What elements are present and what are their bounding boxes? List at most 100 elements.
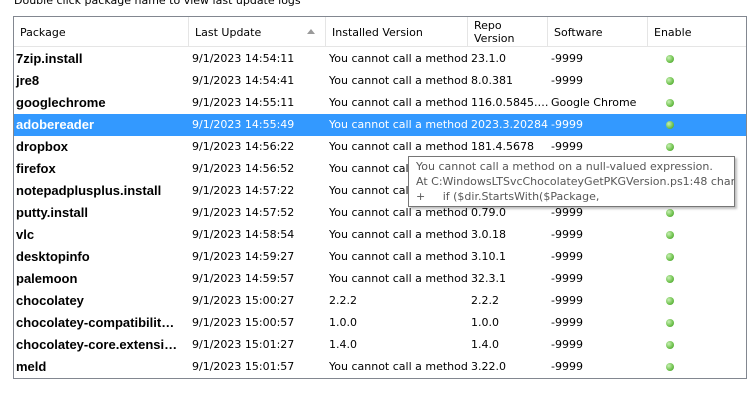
- table-row[interactable]: googlechrome 9/1/2023 14:55:11 You cannot …: [14, 92, 746, 114]
- last-update-cell: 9/1/2023 14:55:11: [192, 96, 295, 109]
- last-update-cell: 9/1/2023 15:01:57: [192, 360, 295, 373]
- software-name-cell: -9999: [551, 118, 583, 131]
- column-header-package-label: Package: [20, 25, 66, 39]
- instruction-text: Double click package name to view last u…: [14, 0, 301, 7]
- table-row[interactable]: chocolatey-core.extensi… 9/1/2023 15:01:2…: [14, 334, 746, 356]
- tooltip-line-2: At C:WindowsLTSvcChocolateyGetPKGVersion…: [416, 175, 735, 188]
- column-header-repo-label: Repo: [474, 19, 502, 32]
- repo-version-cell: 32.3.1: [471, 272, 506, 285]
- installed-version-cell: You cannot call a method…: [329, 360, 468, 373]
- column-header-package[interactable]: Package: [14, 17, 189, 47]
- last-update-cell: 9/1/2023 14:56:52: [192, 162, 295, 175]
- installed-version-cell: You cannot call a method…: [329, 272, 468, 285]
- repo-version-cell: 3.10.1: [471, 250, 506, 263]
- table-row[interactable]: 7zip.install 9/1/2023 14:54:11 You cannot …: [14, 48, 746, 70]
- software-name-cell: -9999: [551, 272, 583, 285]
- last-update-cell: 9/1/2023 14:59:27: [192, 250, 295, 263]
- column-header-last-update[interactable]: Last Update: [189, 17, 326, 47]
- package-name-cell[interactable]: putty.install: [14, 202, 189, 224]
- software-name-cell: -9999: [551, 250, 583, 263]
- repo-version-cell: 181.4.5678: [471, 140, 534, 153]
- software-name-cell: -9999: [551, 228, 583, 241]
- last-update-cell: 9/1/2023 14:59:57: [192, 272, 295, 285]
- table-row[interactable]: chocolatey 9/1/2023 15:00:27 2.2.2 2.2.2 -99…: [14, 290, 746, 312]
- table-row[interactable]: meld 9/1/2023 15:01:57 You cannot call a m…: [14, 356, 746, 378]
- last-update-cell: 9/1/2023 14:57:22: [192, 184, 295, 197]
- last-update-cell: 9/1/2023 14:55:49: [192, 118, 295, 131]
- package-name-cell[interactable]: desktopinfo: [14, 246, 189, 268]
- package-name-cell[interactable]: chocolatey: [14, 290, 189, 312]
- table-row[interactable]: vlc 9/1/2023 14:58:54 You cannot call a me…: [14, 224, 746, 246]
- installed-version-cell: You cannot call a method…: [329, 118, 468, 131]
- column-header-repo-version[interactable]: Repo Version: [468, 17, 548, 47]
- table-row[interactable]: jre8 9/1/2023 14:54:41 You cannot call a m…: [14, 70, 746, 92]
- enabled-status-icon[interactable]: [666, 143, 674, 151]
- tooltip-line-1: You cannot call a method on a null-value…: [416, 160, 713, 173]
- column-header-last-update-label: Last Update: [195, 25, 262, 39]
- package-name-cell[interactable]: meld: [14, 356, 189, 378]
- table-row[interactable]: palemoon 9/1/2023 14:59:57 You cannot call…: [14, 268, 746, 290]
- column-header-installed-version-label: Installed Version: [332, 25, 423, 39]
- enabled-status-icon[interactable]: [666, 55, 674, 63]
- installed-version-cell: 2.2.2: [329, 294, 357, 307]
- software-name-cell: Google Chrome: [551, 96, 637, 109]
- software-name-cell: -9999: [551, 338, 583, 351]
- package-name-cell[interactable]: notepadplusplus.install: [14, 180, 189, 202]
- last-update-cell: 9/1/2023 15:01:27: [192, 338, 295, 351]
- repo-version-cell: 3.22.0: [471, 360, 506, 373]
- package-name-cell[interactable]: googlechrome: [14, 92, 189, 114]
- last-update-cell: 9/1/2023 14:57:52: [192, 206, 295, 219]
- package-name-cell[interactable]: dropbox: [14, 136, 189, 158]
- table-row[interactable]: adobereader 9/1/2023 14:55:49 You cannot c…: [14, 114, 746, 136]
- column-header-software[interactable]: Software: [548, 17, 648, 47]
- enabled-status-icon[interactable]: [666, 121, 674, 129]
- package-name-cell[interactable]: vlc: [14, 224, 189, 246]
- last-update-cell: 9/1/2023 15:00:27: [192, 294, 295, 307]
- package-name-cell[interactable]: chocolatey-compatibilit…: [14, 312, 189, 334]
- package-name-cell[interactable]: chocolatey-core.extensi…: [14, 334, 189, 356]
- column-header-version-label: Version: [474, 32, 515, 45]
- package-name-cell[interactable]: firefox: [14, 158, 189, 180]
- package-name-cell[interactable]: jre8: [14, 70, 189, 92]
- enabled-status-icon[interactable]: [666, 231, 674, 239]
- enabled-status-icon[interactable]: [666, 209, 674, 217]
- package-name-cell[interactable]: 7zip.install: [14, 48, 189, 70]
- enabled-status-icon[interactable]: [666, 99, 674, 107]
- repo-version-cell: 116.0.5845.…: [471, 96, 548, 109]
- package-name-cell[interactable]: adobereader: [14, 114, 189, 136]
- software-name-cell: -9999: [551, 360, 583, 373]
- repo-version-cell: 23.1.0: [471, 52, 506, 65]
- enabled-status-icon[interactable]: [666, 77, 674, 85]
- installed-version-cell: You cannot call a method…: [329, 140, 468, 153]
- column-header-software-label: Software: [554, 25, 603, 39]
- repo-version-cell: 3.0.18: [471, 228, 506, 241]
- enabled-status-icon[interactable]: [666, 297, 674, 305]
- table-row[interactable]: desktopinfo 9/1/2023 14:59:27 You cannot c…: [14, 246, 746, 268]
- installed-version-cell: You cannot call a method…: [329, 74, 468, 87]
- package-name-cell[interactable]: palemoon: [14, 268, 189, 290]
- installed-version-cell: You cannot call a method…: [329, 228, 468, 241]
- installed-version-cell: You cannot call a method…: [329, 250, 468, 263]
- table-row[interactable]: chocolatey-compatibilit… 9/1/2023 15:00:5…: [14, 312, 746, 334]
- enabled-status-icon[interactable]: [666, 253, 674, 261]
- enabled-status-icon[interactable]: [666, 275, 674, 283]
- last-update-cell: 9/1/2023 14:58:54: [192, 228, 295, 241]
- enabled-status-icon[interactable]: [666, 363, 674, 371]
- software-name-cell: -9999: [551, 294, 583, 307]
- software-name-cell: -9999: [551, 74, 583, 87]
- enabled-status-icon[interactable]: [666, 319, 674, 327]
- list-header: Package Last Update Installed Version Re…: [14, 17, 746, 47]
- software-name-cell: -9999: [551, 140, 583, 153]
- sort-ascending-icon: [307, 29, 315, 34]
- table-row[interactable]: dropbox 9/1/2023 14:56:22 You cannot call …: [14, 136, 746, 158]
- column-header-enable[interactable]: Enable: [648, 17, 746, 47]
- column-header-installed-version[interactable]: Installed Version: [326, 17, 468, 47]
- installed-version-cell: You cannot call a method…: [329, 52, 468, 65]
- error-tooltip: You cannot call a method on a null-value…: [408, 156, 735, 207]
- enabled-status-icon[interactable]: [666, 341, 674, 349]
- software-name-cell: -9999: [551, 52, 583, 65]
- repo-version-cell: 8.0.381: [471, 74, 513, 87]
- installed-version-cell: 1.0.0: [329, 316, 357, 329]
- repo-version-cell: 1.0.0: [471, 316, 499, 329]
- tooltip-line-3: + if ($dir.StartsWith($Package,: [416, 190, 600, 203]
